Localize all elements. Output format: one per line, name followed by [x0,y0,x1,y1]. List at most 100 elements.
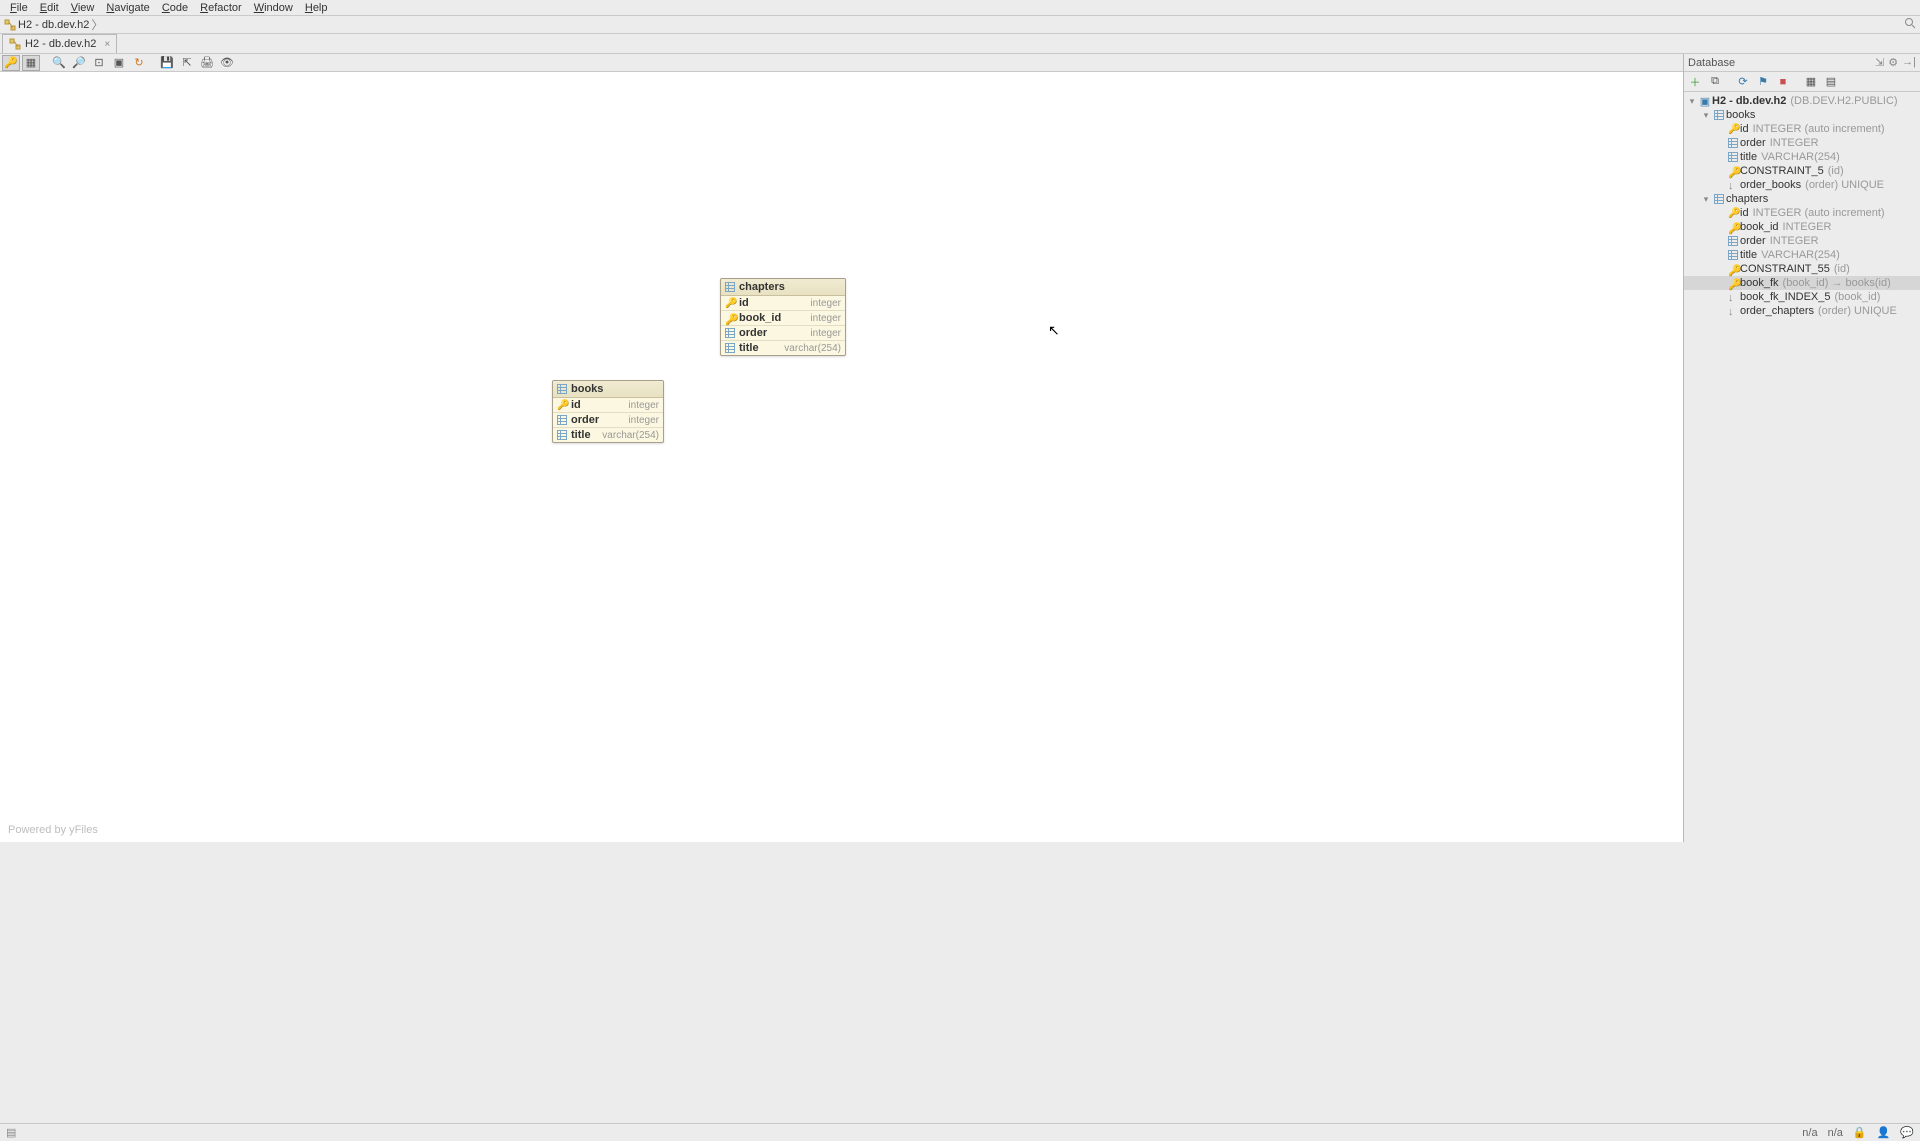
table-view-icon[interactable]: ▦ [1802,74,1820,90]
tree-item[interactable]: 🔑book_idINTEGER [1684,220,1920,234]
column-name: order [739,327,767,339]
database-panel: Database ⇲ ⚙ →| ＋ ⧉ ⟳ ⚑ ■ ▦ ▤ ▾▣H2 - db.… [1683,54,1920,842]
database-toolbar: ＋ ⧉ ⟳ ⚑ ■ ▦ ▤ [1684,72,1920,92]
column-name: id [739,297,749,309]
key-icon: 🔑 [1728,208,1738,218]
menu-edit[interactable]: Edit [34,2,65,14]
key-icon: 🔑 [1728,124,1738,134]
status-bar: ▤ n/a n/a 🔒 👤 💬 [0,1123,1920,1141]
entity-column-row[interactable]: titlevarchar(254) [553,428,663,442]
item-detail: INTEGER (auto increment) [1753,207,1885,219]
entity-chapters[interactable]: chapters 🔑idinteger🔑book_idintegerorderi… [720,278,846,356]
item-detail: INTEGER [1770,137,1819,149]
menu-view[interactable]: View [65,2,101,14]
column-type: integer [810,298,841,309]
minimize-icon[interactable]: →| [1902,56,1916,69]
tree-datasource[interactable]: ▾▣H2 - db.dev.h2(DB.DEV.H2.PUBLIC) [1684,94,1920,108]
column-icon [1728,250,1738,260]
item-name: id [1740,123,1749,135]
pin-icon[interactable]: ⇲ [1875,56,1884,69]
tree-item[interactable]: ↓book_fk_INDEX_5(book_id) [1684,290,1920,304]
tree-item[interactable]: orderINTEGER [1684,136,1920,150]
entity-books[interactable]: books 🔑idintegerorderintegertitlevarchar… [552,380,664,443]
stop-icon[interactable]: ■ [1774,74,1792,90]
zoom-fit-icon[interactable]: ▣ [110,55,128,71]
gear-icon[interactable]: ⚙ [1888,56,1898,69]
diagram-canvas[interactable]: chapters 🔑idinteger🔑book_idintegerorderi… [0,72,1683,842]
diagram-editor: 🔑 ▦ 🔍 🔎 ⊡ ▣ ↻ 💾 ⇱ 🖨 👁 chapters [0,54,1683,842]
tree-item[interactable]: ↓order_books(order) UNIQUE [1684,178,1920,192]
entity-column-row[interactable]: orderinteger [721,326,845,341]
close-icon[interactable]: × [104,39,110,50]
zoom-in-icon[interactable]: 🔍 [50,55,68,71]
tab-label: H2 - db.dev.h2 [25,38,96,50]
chevron-down-icon[interactable]: ▾ [1686,96,1698,107]
add-icon[interactable]: ＋ [1686,74,1704,90]
column-type: integer [810,313,841,324]
sync-icon[interactable]: ⟳ [1734,74,1752,90]
chevron-down-icon[interactable]: ▾ [1700,110,1712,121]
item-detail: (book_id) → books(id) [1783,277,1891,289]
tree-table[interactable]: ▾chapters [1684,192,1920,206]
print-icon[interactable]: 🖨 [198,55,216,71]
foreign-key-icon: 🔑 [1728,222,1738,232]
item-name: order_books [1740,179,1801,191]
tree-item[interactable]: 🔑book_fk(book_id) → books(id) [1684,276,1920,290]
console-icon[interactable]: ▤ [1822,74,1840,90]
tree-item[interactable]: titleVARCHAR(254) [1684,248,1920,262]
entity-column-row[interactable]: 🔑idinteger [553,398,663,413]
breadcrumb-bar: H2 - db.dev.h2 〉 [0,16,1920,34]
menu-window[interactable]: Window [248,2,299,14]
item-detail: INTEGER [1770,235,1819,247]
column-icon [1728,138,1738,148]
item-name: title [1740,151,1757,163]
chevron-down-icon[interactable]: ▾ [1700,194,1712,205]
entity-column-row[interactable]: 🔑 id integer [721,296,845,311]
person-icon[interactable]: 👤 [1877,1126,1891,1139]
save-icon[interactable]: 💾 [158,55,176,71]
grid-toggle[interactable]: ▦ [22,55,40,71]
lock-icon[interactable]: 🔒 [1853,1126,1867,1139]
tree-item[interactable]: titleVARCHAR(254) [1684,150,1920,164]
tab-diagram[interactable]: H2 - db.dev.h2 × [2,34,117,53]
key-icon: 🔑 [725,298,735,308]
tree-item[interactable]: 🔑CONSTRAINT_5(id) [1684,164,1920,178]
item-detail: (id) [1834,263,1850,275]
column-icon [1728,236,1738,246]
tree-table[interactable]: ▾ books [1684,108,1920,122]
export-icon[interactable]: ⇱ [178,55,196,71]
menu-file[interactable]: File [4,2,34,14]
key-toggle[interactable]: 🔑 [2,55,20,71]
menu-navigate[interactable]: Navigate [100,2,155,14]
progress-icon[interactable]: ▤ [6,1127,16,1139]
entity-column-row[interactable]: orderinteger [553,413,663,428]
database-tree[interactable]: ▾▣H2 - db.dev.h2(DB.DEV.H2.PUBLIC)▾books… [1684,92,1920,842]
table-name: books [1726,109,1755,121]
search-icon[interactable] [1904,17,1916,32]
tree-item[interactable]: 🔑idINTEGER (auto increment) [1684,122,1920,136]
status-left: ▤ [6,1126,16,1139]
menu-help[interactable]: Help [299,2,334,14]
copy-icon[interactable]: ⧉ [1706,74,1724,90]
chevron-right-icon: 〉 [91,16,103,33]
menu-code[interactable]: Code [156,2,194,14]
preview-icon[interactable]: 👁 [218,55,236,71]
tree-item[interactable]: 🔑idINTEGER (auto increment) [1684,206,1920,220]
foreign-key-icon: 🔑 [1728,278,1738,288]
refresh-icon[interactable]: ↻ [130,55,148,71]
menu-refactor[interactable]: Refactor [194,2,248,14]
entity-column-row[interactable]: titlevarchar(254) [721,341,845,355]
panel-title: Database [1688,57,1735,69]
entity-column-row[interactable]: 🔑book_idinteger [721,311,845,326]
chat-icon[interactable]: 💬 [1900,1126,1914,1139]
flag-icon[interactable]: ⚑ [1754,74,1772,90]
entity-title: chapters [739,281,785,293]
zoom-out-icon[interactable]: 🔎 [70,55,88,71]
tree-item[interactable]: orderINTEGER [1684,234,1920,248]
column-icon [557,415,567,425]
tree-item[interactable]: ↓order_chapters(order) UNIQUE [1684,304,1920,318]
zoom-actual-icon[interactable]: ⊡ [90,55,108,71]
breadcrumb-text[interactable]: H2 - db.dev.h2 [18,19,89,31]
tree-item[interactable]: 🔑CONSTRAINT_55(id) [1684,262,1920,276]
item-name: CONSTRAINT_5 [1740,165,1824,177]
